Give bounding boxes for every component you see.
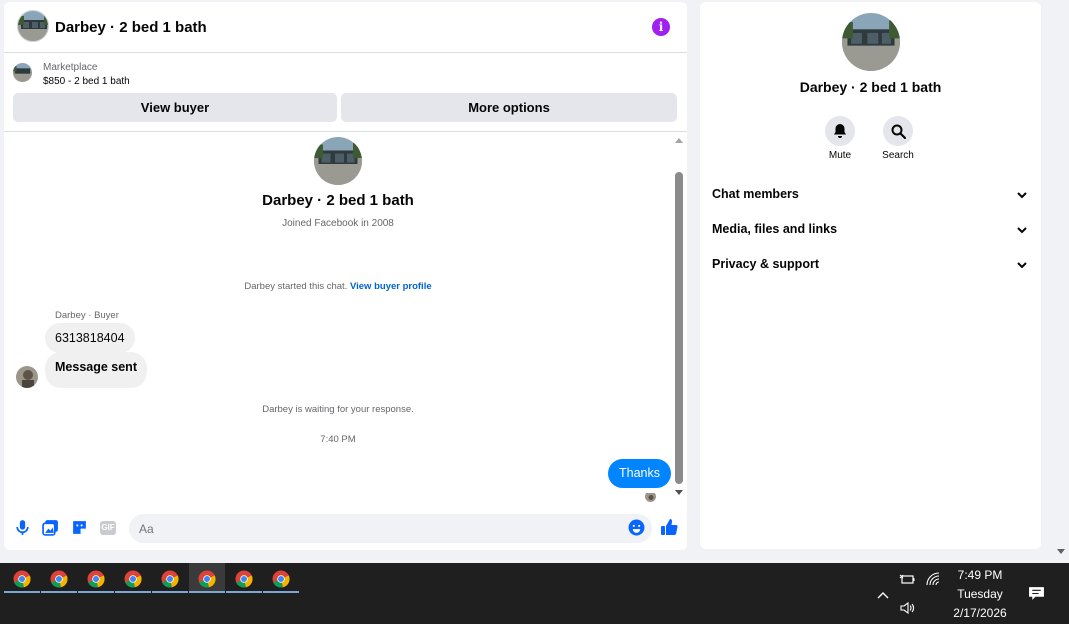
emoji-icon[interactable] [628, 519, 645, 536]
chevron-up-icon[interactable] [875, 587, 891, 603]
thread-scrollbar[interactable] [674, 138, 684, 498]
chat-avatar[interactable] [17, 10, 49, 42]
chevron-down-icon [1017, 192, 1027, 199]
notification-center-icon[interactable] [1028, 585, 1045, 602]
thumbs-up-icon[interactable] [659, 517, 679, 537]
waiting-notice: Darbey is waiting for your response. [262, 404, 414, 415]
battery-icon[interactable] [899, 571, 915, 587]
taskbar-app-button[interactable] [226, 563, 262, 593]
info-name: Darbey · 2 bed 1 bath [799, 79, 942, 95]
taskbar-app-button[interactable] [189, 563, 225, 593]
more-options-button[interactable]: More options [341, 93, 677, 122]
page-scroll-down-arrow[interactable] [1057, 549, 1065, 554]
search-button[interactable]: Search [868, 116, 928, 161]
incoming-message[interactable]: 6313818404 [45, 323, 135, 353]
info-icon[interactable]: i [652, 18, 670, 36]
chrome-icon [272, 570, 290, 588]
taskbar-app-button[interactable] [78, 563, 114, 593]
taskbar-app-button[interactable] [152, 563, 188, 593]
chat-started-text: Darbey started this chat. [244, 281, 348, 292]
section-label: Privacy & support [712, 257, 819, 271]
bell-icon [834, 124, 846, 138]
seen-receipt-avatar [645, 491, 656, 502]
wifi-icon[interactable] [925, 571, 941, 587]
chrome-icon [13, 570, 31, 588]
taskbar-app-button[interactable] [263, 563, 299, 593]
section-chat-members[interactable]: Chat members [712, 187, 1030, 207]
chrome-icon [198, 570, 216, 588]
message-input[interactable] [129, 514, 652, 543]
chrome-icon [161, 570, 179, 588]
section-privacy-support[interactable]: Privacy & support [712, 257, 1030, 277]
taskbar-app-button[interactable] [4, 563, 40, 593]
chat-panel: Darbey · 2 bed 1 bath i Marketplace $850… [4, 2, 687, 550]
clock-day[interactable]: Tuesday [942, 587, 1018, 601]
clock-time[interactable]: 7:49 PM [942, 568, 1018, 582]
sticker-icon[interactable] [71, 519, 88, 536]
volume-icon[interactable] [899, 600, 915, 616]
incoming-message[interactable]: Message sent [45, 352, 147, 388]
scroll-thumb[interactable] [675, 172, 683, 484]
message-thread: Darbey · 2 bed 1 bath Joined Facebook in… [4, 133, 687, 506]
chat-header: Darbey · 2 bed 1 bath i [4, 2, 687, 53]
taskbar: 7:49 PM Tuesday 2/17/2026 [0, 563, 1069, 624]
scroll-up-arrow[interactable] [675, 138, 683, 143]
search-label: Search [882, 150, 914, 161]
section-media-files-links[interactable]: Media, files and links [712, 222, 1030, 242]
chevron-down-icon [1017, 227, 1027, 234]
microphone-icon[interactable] [14, 519, 31, 536]
listing-thumbnail[interactable] [13, 63, 32, 82]
conversation-info-panel: Darbey · 2 bed 1 bath Mute Search Chat m… [700, 2, 1041, 549]
section-label: Media, files and links [712, 222, 838, 236]
chat-title[interactable]: Darbey · 2 bed 1 bath [55, 19, 207, 36]
view-buyer-profile-link[interactable]: View buyer profile [350, 281, 432, 292]
chevron-down-icon [1017, 262, 1027, 269]
info-avatar[interactable] [842, 13, 900, 71]
chat-started-notice: Darbey started this chat. View buyer pro… [4, 281, 672, 292]
sender-avatar[interactable] [16, 366, 38, 388]
view-buyer-button[interactable]: View buyer [13, 93, 337, 122]
section-label: Chat members [712, 187, 799, 201]
search-icon [891, 124, 906, 139]
mute-label: Mute [828, 150, 852, 161]
profile-name: Darbey · 2 bed 1 bath [262, 192, 414, 209]
scroll-down-arrow[interactable] [675, 490, 683, 495]
message-timestamp: 7:40 PM [320, 434, 356, 445]
outgoing-message[interactable]: Thanks [608, 459, 671, 488]
chrome-icon [235, 570, 253, 588]
clock-date[interactable]: 2/17/2026 [942, 606, 1018, 620]
profile-avatar[interactable] [314, 137, 362, 185]
gif-icon[interactable]: GIF [100, 521, 116, 535]
chrome-icon [87, 570, 105, 588]
message-composer: GIF [4, 507, 687, 550]
photo-icon[interactable] [42, 519, 59, 536]
listing-price-title[interactable]: $850 - 2 bed 1 bath [43, 76, 130, 87]
chrome-icon [124, 570, 142, 588]
mute-button[interactable]: Mute [810, 116, 870, 161]
marketplace-listing: Marketplace $850 - 2 bed 1 bath View buy… [4, 54, 687, 132]
sender-label: Darbey · Buyer [55, 310, 119, 321]
profile-joined: Joined Facebook in 2008 [282, 218, 394, 229]
taskbar-app-button[interactable] [41, 563, 77, 593]
chrome-icon [50, 570, 68, 588]
taskbar-app-button[interactable] [115, 563, 151, 593]
listing-source: Marketplace [43, 62, 98, 73]
